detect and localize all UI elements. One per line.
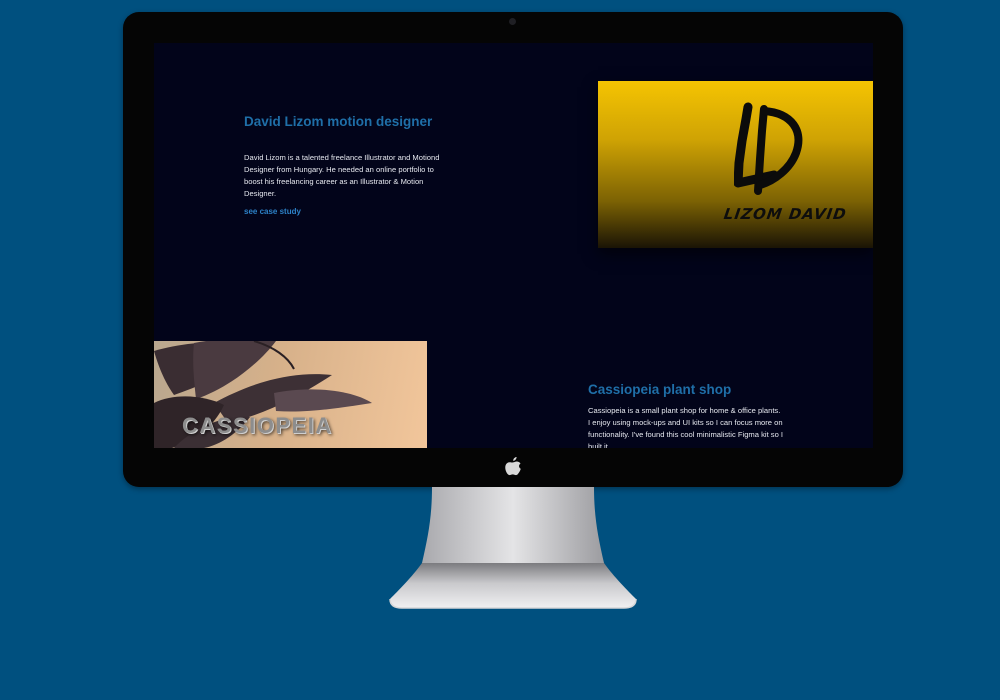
project-title-lizom: David Lizom motion designer [244, 114, 433, 129]
monitor-stand [389, 487, 637, 609]
lizom-project-image[interactable]: LIZOM DAVID [598, 81, 873, 248]
webcam-icon [509, 18, 516, 25]
cassiopeia-wordmark: CASSIOPEIA [182, 413, 333, 438]
project-description-lizom: David Lizom is a talented freelance Illu… [244, 153, 440, 198]
project-title-cassiopeia: Cassiopeia plant shop [588, 382, 732, 397]
cassiopeia-project-image[interactable]: CASSIOPEIA [154, 341, 427, 448]
scene-background: David Lizom motion designer David Lizom … [0, 0, 1000, 700]
monitor-bezel: David Lizom motion designer David Lizom … [123, 12, 903, 487]
lizom-david-wordmark: LIZOM DAVID [722, 205, 848, 223]
apple-icon [505, 457, 521, 476]
ld-monogram-icon [734, 102, 803, 195]
project-description-cassiopeia: Cassiopeia is a small plant shop for hom… [588, 406, 784, 448]
portfolio-screen: David Lizom motion designer David Lizom … [154, 43, 873, 448]
see-case-study-link[interactable]: see case study [244, 207, 301, 216]
